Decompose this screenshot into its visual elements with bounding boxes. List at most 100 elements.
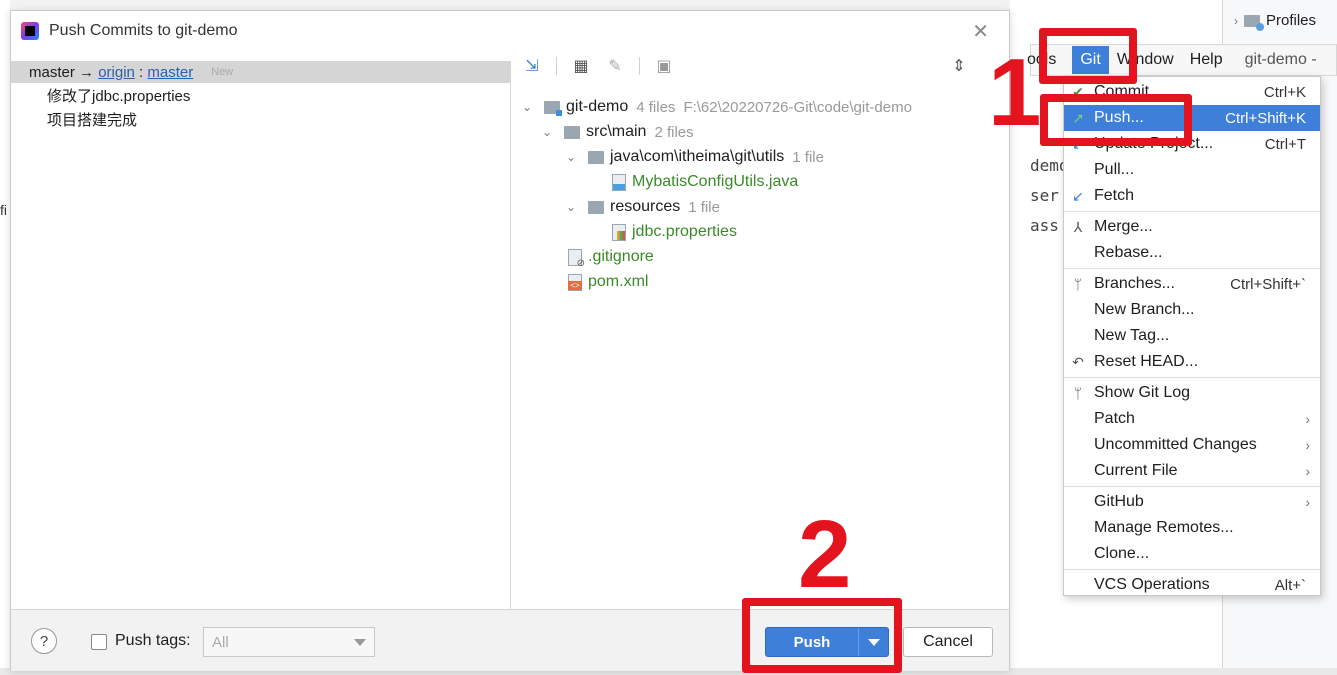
tree-label: git-demo xyxy=(566,98,629,115)
menu-item-patch[interactable]: Patch › xyxy=(1064,406,1320,432)
collapse-diff-icon[interactable]: ⇲ xyxy=(522,56,542,76)
file-name: MybatisConfigUtils.java xyxy=(632,173,799,190)
shortcut: Ctrl+T xyxy=(1264,135,1306,153)
chevron-right-icon: › xyxy=(1305,437,1310,453)
tree-label: resources xyxy=(610,198,681,215)
menu-separator xyxy=(1064,486,1320,487)
dialog-titlebar: Push Commits to git-demo xyxy=(11,11,1009,51)
tree-node-java-package[interactable]: ⌄ java\com\itheima\git\utils 1 file xyxy=(566,145,824,169)
branch-row[interactable]: master → origin : master New xyxy=(11,61,510,83)
edit-icon[interactable]: ✎ xyxy=(605,56,625,76)
close-icon[interactable]: ✕ xyxy=(972,19,989,44)
annotation-box-push-item xyxy=(1040,94,1192,146)
menu-item-fetch[interactable]: ↙ Fetch xyxy=(1064,183,1320,209)
menu-item-label: Show Git Log xyxy=(1094,384,1191,401)
remote-link[interactable]: origin xyxy=(98,64,135,81)
menu-item-show-git-log[interactable]: ᛘ Show Git Log xyxy=(1064,380,1320,406)
profiles-node[interactable]: › Profiles xyxy=(1234,12,1317,31)
tree-label: src\main xyxy=(586,123,647,140)
tree-file-gitignore[interactable]: .gitignore xyxy=(568,245,654,269)
chevron-right-icon: › xyxy=(1305,411,1310,427)
arrow-icon: → xyxy=(79,63,95,81)
file-count: 1 file xyxy=(792,148,824,166)
file-name: jdbc.properties xyxy=(632,223,737,240)
menu-item-label: Branches... xyxy=(1094,275,1175,292)
push-tags-checkbox[interactable] xyxy=(91,634,107,650)
tree-file-properties[interactable]: jdbc.properties xyxy=(612,220,737,244)
menu-item-vcs-operations[interactable]: VCS Operations Alt+` xyxy=(1064,572,1320,598)
menu-item-label: New Tag... xyxy=(1094,327,1170,344)
annotation-step-2: 2 xyxy=(798,501,852,608)
tree-node-src-main[interactable]: ⌄ src\main 2 files xyxy=(542,120,694,144)
commits-pane: master → origin : master New 修改了jdbc.pro… xyxy=(11,61,511,609)
menu-item-label: Merge... xyxy=(1094,218,1153,235)
ide-left-strip xyxy=(0,0,10,675)
folder-icon xyxy=(588,150,604,164)
menu-separator xyxy=(1064,569,1320,570)
reset-icon: ↶ xyxy=(1072,353,1084,370)
sidebar-fragment: fi xyxy=(0,202,7,218)
profiles-label: Profiles xyxy=(1266,12,1317,29)
commit-item[interactable]: 修改了jdbc.properties xyxy=(11,83,510,107)
menu-item-pull[interactable]: Pull... xyxy=(1064,157,1320,183)
chevron-down-icon: ⌄ xyxy=(522,100,533,114)
menu-item-label: Manage Remotes... xyxy=(1094,519,1234,536)
menu-item-label: Rebase... xyxy=(1094,244,1163,261)
tree-file-java[interactable]: MybatisConfigUtils.java xyxy=(612,170,798,194)
menu-item-label: Reset HEAD... xyxy=(1094,353,1199,370)
menu-item-manage-remotes[interactable]: Manage Remotes... xyxy=(1064,515,1320,541)
menu-item-label: Pull... xyxy=(1094,161,1135,178)
menu-item-merge[interactable]: ⅄ Merge... xyxy=(1064,214,1320,240)
folder-icon xyxy=(1244,14,1264,31)
file-name: pom.xml xyxy=(588,273,649,290)
tree-node-resources[interactable]: ⌄ resources 1 file xyxy=(566,195,720,219)
menu-item-new-branch[interactable]: New Branch... xyxy=(1064,297,1320,323)
merge-icon: ⅄ xyxy=(1073,218,1083,235)
menu-item-new-tag[interactable]: New Tag... xyxy=(1064,323,1320,349)
menu-item-label: Fetch xyxy=(1094,187,1135,204)
changes-toolbar: ⇲ ▦ ✎ ▣ ⇕ xyxy=(512,51,1009,81)
menu-item-uncommitted-changes[interactable]: Uncommitted Changes › xyxy=(1064,432,1320,458)
menu-separator xyxy=(1064,268,1320,269)
tree-file-pom[interactable]: pom.xml xyxy=(568,270,648,294)
menu-item-label: Clone... xyxy=(1094,545,1150,562)
menu-item-branches[interactable]: ᛘ Branches... Ctrl+Shift+` xyxy=(1064,271,1320,297)
menu-item-current-file[interactable]: Current File › xyxy=(1064,458,1320,484)
expand-all-icon[interactable]: ⇕ xyxy=(949,56,969,76)
menu-item-label: New Branch... xyxy=(1094,301,1195,318)
menu-item-reset-head[interactable]: ↶ Reset HEAD... xyxy=(1064,349,1320,375)
help-button[interactable]: ? xyxy=(31,628,57,654)
group-by-icon[interactable]: ▦ xyxy=(571,56,591,76)
git-log-icon: ᛘ xyxy=(1073,385,1083,401)
root-path: F:\62\20220726-Git\code\git-demo xyxy=(683,98,912,116)
folder-icon xyxy=(564,125,580,139)
chevron-right-icon: › xyxy=(1305,494,1310,510)
menu-item-rebase[interactable]: Rebase... xyxy=(1064,240,1320,266)
push-tags-select[interactable]: All xyxy=(203,627,375,657)
intellij-logo-icon xyxy=(21,22,39,40)
tree-root[interactable]: ⌄ git-demo 4 files F:\62\20220726-Git\co… xyxy=(522,95,912,119)
preview-diff-icon[interactable]: ▣ xyxy=(654,56,674,76)
chevron-down-icon: ⌄ xyxy=(566,200,577,214)
file-count: 2 files xyxy=(654,123,694,141)
menu-help[interactable]: Help xyxy=(1182,51,1231,69)
toolbar-separator xyxy=(556,57,557,75)
menu-separator xyxy=(1064,377,1320,378)
changes-pane: ⇲ ▦ ✎ ▣ ⇕ ⌄ git-demo 4 files F:\62\20220… xyxy=(512,51,1009,609)
dropdown-arrow-icon xyxy=(354,639,366,646)
project-title: git-demo - xyxy=(1244,51,1317,68)
java-file-icon xyxy=(612,173,626,191)
editor-line: ser xyxy=(1030,186,1059,205)
xml-file-icon xyxy=(568,273,582,291)
editor-line: ass xyxy=(1030,216,1059,235)
remote-branch-link[interactable]: master xyxy=(147,64,193,81)
commit-item[interactable]: 项目搭建完成 xyxy=(11,107,510,131)
properties-file-icon xyxy=(612,223,626,241)
shortcut: Alt+` xyxy=(1274,576,1306,594)
select-value: All xyxy=(212,633,229,651)
menu-item-clone[interactable]: Clone... xyxy=(1064,541,1320,567)
cancel-button[interactable]: Cancel xyxy=(903,627,993,657)
menu-item-github[interactable]: GitHub › xyxy=(1064,489,1320,515)
tree-label: java\com\itheima\git\utils xyxy=(610,148,785,165)
annotation-step-1: 1 xyxy=(988,39,1042,146)
